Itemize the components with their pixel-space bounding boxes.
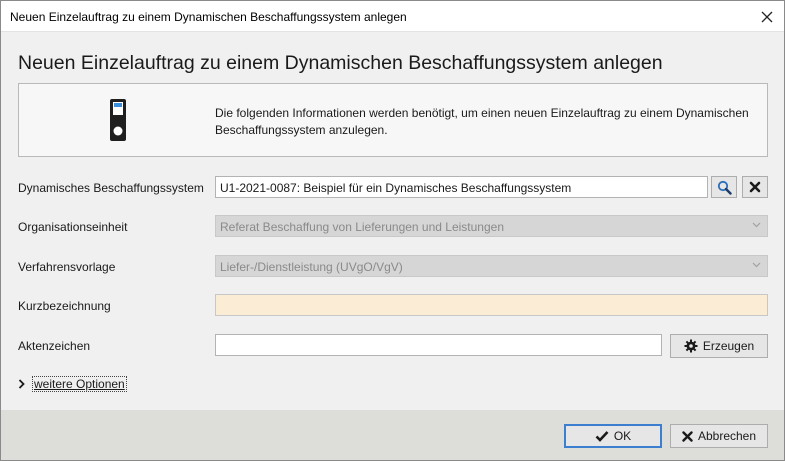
ok-label: OK [613,429,632,443]
org-label: Organisationseinheit [18,220,128,234]
chevron-down-icon [752,262,761,268]
template-select[interactable]: Liefer-/Dienstleistung (UVgO/VgV) [215,255,768,277]
dbs-label: Dynamisches Beschaffungssystem [18,181,204,195]
dbs-field[interactable]: U1-2021-0087: Beispiel für ein Dynamisch… [215,176,708,198]
info-box: Die folgenden Informationen werden benöt… [18,83,768,157]
x-icon [682,430,693,442]
chevron-right-icon [18,379,25,389]
dialog-window: Neuen Einzelauftrag zu einem Dynamischen… [0,0,785,461]
generate-button[interactable]: Erzeugen [670,334,768,358]
cancel-label: Abbrechen [697,429,757,443]
short-name-input[interactable] [215,294,768,316]
short-name-label: Kurzbezeichnung [18,299,111,313]
search-icon [717,180,732,195]
dialog-footer: OK Abbrechen [1,410,784,460]
cancel-button[interactable]: Abbrechen [670,424,768,448]
window-close-button[interactable] [750,1,784,32]
ok-button[interactable]: OK [564,424,662,448]
info-text: Die folgenden Informationen werden benöt… [215,106,749,137]
file-ref-label: Aktenzeichen [18,339,91,353]
title-bar: Neuen Einzelauftrag zu einem Dynamischen… [1,1,784,32]
dbs-search-button[interactable] [711,176,737,198]
gear-icon [684,339,698,353]
template-label: Verfahrensvorlage [18,260,116,274]
page-title: Neuen Einzelauftrag zu einem Dynamischen… [18,52,663,74]
window-title: Neuen Einzelauftrag zu einem Dynamischen… [10,10,407,24]
more-options-label: weitere Optionen [32,376,127,392]
chevron-down-icon [752,222,761,228]
close-icon [761,11,773,22]
generate-label: Erzeugen [702,339,755,353]
org-value: Referat Beschaffung von Lieferungen und … [220,220,504,234]
template-value: Liefer-/Dienstleistung (UVgO/VgV) [220,260,403,274]
file-ref-input[interactable] [215,334,662,356]
more-options-toggle[interactable]: weitere Optionen [18,376,127,392]
org-select[interactable]: Referat Beschaffung von Lieferungen und … [215,215,768,237]
check-icon [595,431,609,442]
dbs-clear-button[interactable] [742,176,768,198]
dialog-content: Neuen Einzelauftrag zu einem Dynamischen… [1,33,784,410]
device-icon [110,99,126,141]
clear-x-icon [749,181,761,193]
dbs-value: U1-2021-0087: Beispiel für ein Dynamisch… [220,181,572,195]
